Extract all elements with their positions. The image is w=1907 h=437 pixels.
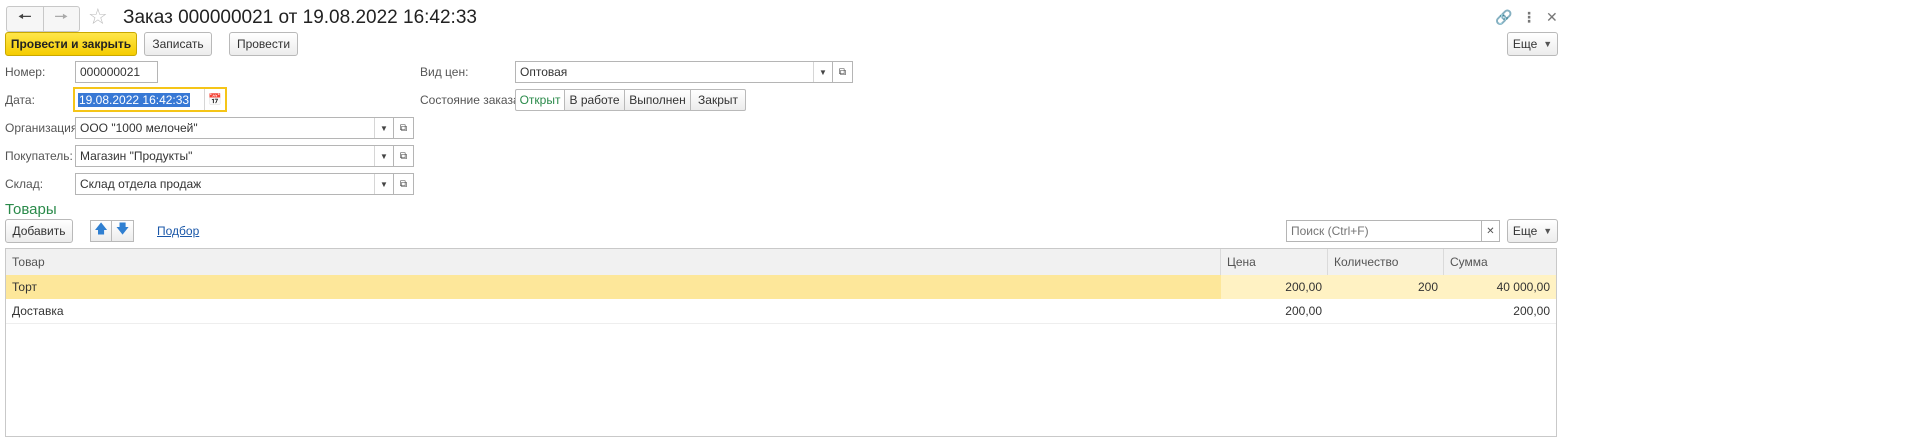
- organization-value: ООО "1000 мелочей": [80, 121, 198, 135]
- post-and-close-button[interactable]: Провести и закрыть: [5, 32, 137, 56]
- chevron-down-icon[interactable]: ▼: [374, 146, 393, 166]
- status-option-closed[interactable]: Закрыт: [691, 89, 746, 111]
- price-type-label: Вид цен:: [420, 65, 469, 79]
- chevron-down-icon: ▼: [1543, 226, 1553, 236]
- arrow-left-icon: 🠔: [17, 8, 32, 26]
- order-status-label: Состояние заказа:: [420, 93, 523, 107]
- buyer-field[interactable]: Магазин "Продукты" ▼: [75, 145, 394, 167]
- move-up-button[interactable]: 🡅: [90, 220, 112, 242]
- column-header-price[interactable]: Цена: [1221, 249, 1328, 275]
- column-header-item[interactable]: Товар: [6, 249, 1221, 275]
- star-icon[interactable]: ☆: [88, 4, 108, 30]
- chevron-down-icon[interactable]: ▼: [813, 62, 832, 82]
- cell-quantity[interactable]: [1328, 299, 1444, 323]
- price-type-field[interactable]: Оптовая ▼: [515, 61, 833, 83]
- buyer-value: Магазин "Продукты": [80, 149, 193, 163]
- order-status-switch: Открыт В работе Выполнен Закрыт: [515, 89, 746, 111]
- navigation-buttons: 🠔 🠖: [6, 6, 80, 32]
- clear-search-icon[interactable]: ✕: [1481, 220, 1500, 242]
- open-icon[interactable]: ⧉: [394, 117, 414, 139]
- date-label: Дата:: [5, 93, 35, 107]
- organization-label: Организация:: [5, 121, 81, 135]
- number-value: 000000021: [80, 65, 141, 79]
- status-option-done[interactable]: Выполнен: [625, 89, 691, 111]
- table-row[interactable]: Доставка 200,00 200,00: [6, 299, 1556, 324]
- search-input[interactable]: [1286, 220, 1481, 242]
- cell-item[interactable]: Торт: [6, 275, 1221, 299]
- status-option-open[interactable]: Открыт: [515, 89, 565, 111]
- organization-field[interactable]: ООО "1000 мелочей" ▼: [75, 117, 394, 139]
- price-type-value: Оптовая: [520, 65, 568, 79]
- post-button[interactable]: Провести: [229, 32, 298, 56]
- column-header-sum[interactable]: Сумма: [1444, 249, 1556, 275]
- table-more-button[interactable]: Еще ▼: [1507, 219, 1558, 243]
- date-value: 19.08.2022 16:42:33: [78, 92, 191, 107]
- cell-price[interactable]: 200,00: [1221, 275, 1328, 299]
- arrow-down-icon: 🡇: [115, 221, 130, 236]
- more-label: Еще: [1512, 37, 1538, 51]
- cell-quantity[interactable]: 200: [1328, 275, 1444, 299]
- cell-sum[interactable]: 200,00: [1444, 299, 1556, 323]
- forward-button[interactable]: 🠖: [42, 7, 80, 31]
- cell-price[interactable]: 200,00: [1221, 299, 1328, 323]
- warehouse-label: Склад:: [5, 177, 44, 191]
- calendar-icon[interactable]: 📅: [204, 89, 225, 110]
- chevron-down-icon[interactable]: ▼: [374, 118, 393, 138]
- goods-table: Товар Цена Количество Сумма Торт 200,00 …: [5, 248, 1557, 437]
- move-down-button[interactable]: 🡇: [112, 220, 134, 242]
- chevron-down-icon: ▼: [1543, 39, 1553, 49]
- date-field[interactable]: 19.08.2022 16:42:33 📅: [73, 87, 227, 112]
- save-button[interactable]: Записать: [144, 32, 212, 56]
- window-title: Заказ 000000021 от 19.08.2022 16:42:33: [123, 7, 477, 28]
- open-icon[interactable]: ⧉: [394, 173, 414, 195]
- more-vertical-icon[interactable]: ⋮: [1522, 8, 1536, 26]
- goods-section-title: Товары: [5, 201, 57, 218]
- add-button[interactable]: Добавить: [5, 219, 73, 243]
- status-option-in-progress[interactable]: В работе: [565, 89, 625, 111]
- open-icon[interactable]: ⧉: [833, 61, 853, 83]
- warehouse-value: Склад отдела продаж: [80, 177, 202, 191]
- arrow-up-icon: 🡅: [94, 221, 108, 236]
- close-icon[interactable]: ✕: [1546, 8, 1558, 26]
- number-label: Номер:: [5, 65, 46, 79]
- warehouse-field[interactable]: Склад отдела продаж ▼: [75, 173, 394, 195]
- more-label: Еще: [1512, 224, 1538, 238]
- open-icon[interactable]: ⧉: [394, 145, 414, 167]
- table-header: Товар Цена Количество Сумма: [6, 249, 1556, 276]
- back-button[interactable]: 🠔: [7, 7, 43, 31]
- link-icon[interactable]: 🔗: [1495, 8, 1512, 26]
- pick-link[interactable]: Подбор: [157, 222, 199, 240]
- column-header-quantity[interactable]: Количество: [1328, 249, 1444, 275]
- more-button[interactable]: Еще ▼: [1507, 32, 1558, 56]
- cell-sum[interactable]: 40 000,00: [1444, 275, 1556, 299]
- cell-item[interactable]: Доставка: [6, 299, 1221, 323]
- arrow-right-icon: 🠖: [54, 8, 69, 26]
- table-row[interactable]: Торт 200,00 200 40 000,00: [6, 275, 1556, 299]
- chevron-down-icon[interactable]: ▼: [374, 174, 393, 194]
- buyer-label: Покупатель:: [5, 149, 73, 163]
- number-field[interactable]: 000000021: [75, 61, 158, 83]
